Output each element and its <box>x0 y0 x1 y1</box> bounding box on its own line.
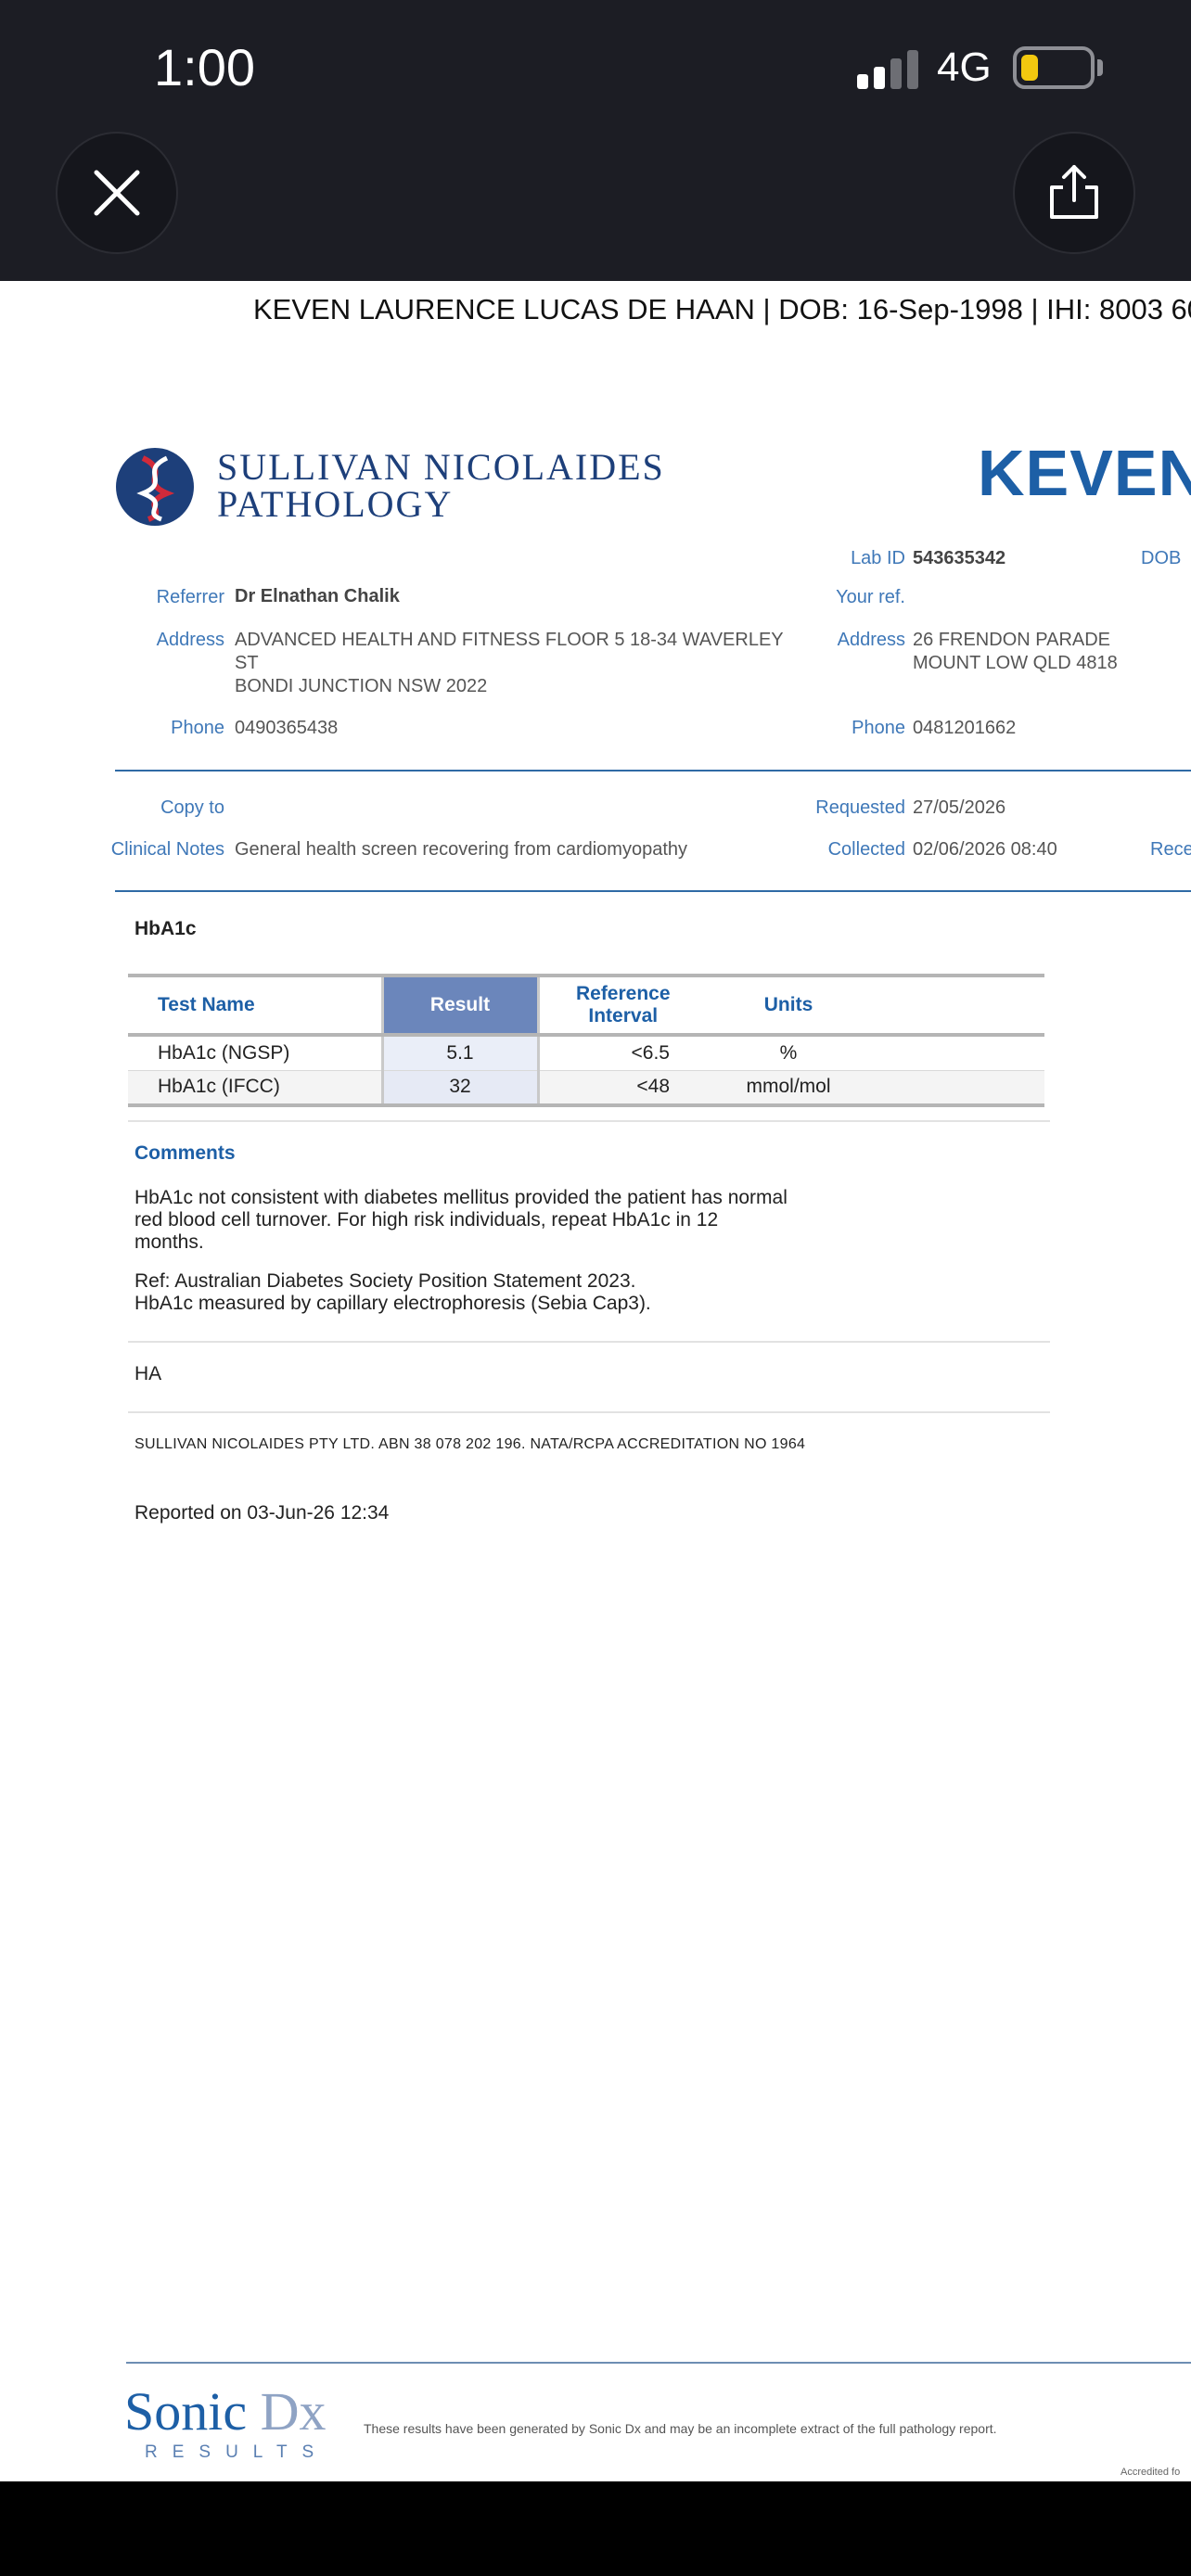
patient-header-line: KEVEN LAURENCE LUCAS DE HAAN | DOB: 16-S… <box>253 293 1191 325</box>
sonic-logo-word: Sonic <box>124 2381 248 2442</box>
close-button[interactable] <box>56 132 178 254</box>
referrer-address-line2: ST <box>235 653 259 673</box>
requested-value: 27/05/2026 <box>913 797 1006 818</box>
footer-disclaimer: These results have been generated by Son… <box>364 2421 997 2436</box>
lab-id-value: 543635342 <box>913 548 1006 568</box>
test-name-cell: HbA1c (IFCC) <box>128 1070 382 1107</box>
referrer-phone-label: Phone <box>171 718 224 738</box>
notes-divider <box>115 890 1191 892</box>
network-type: 4G <box>937 45 992 90</box>
test-name-cell: HbA1c (NGSP) <box>128 1035 382 1071</box>
share-icon <box>1050 165 1098 219</box>
section-title: HbA1c <box>134 918 197 939</box>
viewer-top-bar: 1:00 4G <box>0 0 1191 281</box>
comment-reference-line1: Ref: Australian Diabetes Society Positio… <box>134 1270 636 1292</box>
reference-cell: <48 <box>538 1070 707 1107</box>
patient-address-line2: MOUNT LOW QLD 4818 <box>913 653 1118 673</box>
cellular-signal-icon <box>857 48 918 89</box>
referrer-address-line1: ADVANCED HEALTH AND FITNESS FLOOR 5 18-3… <box>235 630 784 650</box>
results-table: Test Name Result Reference Interval Unit… <box>128 974 1044 1107</box>
copy-to-label: Copy to <box>160 797 224 818</box>
result-cell: 5.1 <box>380 1035 540 1071</box>
col-reference-line1: Reference <box>575 983 671 1004</box>
col-reference-interval: Reference Interval <box>538 974 707 1037</box>
referrer-label: Referrer <box>156 587 224 607</box>
units-cell: mmol/mol <box>707 1070 870 1107</box>
lab-logo-line2: PATHOLOGY <box>217 483 454 525</box>
col-units: Units <box>707 974 870 1037</box>
comments-divider <box>128 1341 1050 1343</box>
patient-name-banner: KEVEN <box>978 437 1191 509</box>
lab-logo-text: SULLIVAN NICOLAIDES PATHOLOGY <box>217 449 665 523</box>
referrer-value: Dr Elnathan Chalik <box>235 586 400 606</box>
comments-title: Comments <box>134 1142 236 1164</box>
col-test-name: Test Name <box>128 974 382 1037</box>
collected-label: Collected <box>827 839 905 860</box>
share-button[interactable] <box>1013 132 1135 254</box>
received-label: Rece <box>1150 839 1191 860</box>
patient-phone-value: 0481201662 <box>913 718 1017 738</box>
dna-logo-icon <box>116 448 194 526</box>
col-reference-line2: Interval <box>588 1005 659 1027</box>
comment-reference: Ref: Australian Diabetes Society Positio… <box>134 1270 839 1315</box>
clinical-notes-value: General health screen recovering from ca… <box>235 839 688 860</box>
comment-reference-line2: HbA1c measured by capillary electrophore… <box>134 1293 651 1314</box>
battery-level <box>1021 55 1038 81</box>
clinical-notes-label: Clinical Notes <box>110 839 224 860</box>
lab-logo-line1: SULLIVAN NICOLAIDES <box>217 446 665 488</box>
accredited-text: Accredited fo <box>1121 2467 1181 2478</box>
units-cell: % <box>707 1035 870 1071</box>
your-ref-label: Your ref. <box>836 587 905 607</box>
referrer-phone-value: 0490365438 <box>235 718 339 738</box>
close-icon <box>94 170 140 216</box>
reference-cell: <6.5 <box>538 1035 707 1071</box>
battery-icon <box>1013 46 1095 89</box>
comment-diabetes-line1: HbA1c not consistent with diabetes melli… <box>134 1187 788 1208</box>
spacer-cell <box>870 1070 1044 1107</box>
col-spacer <box>870 974 1044 1037</box>
sonic-results-word: RESULTS <box>145 2442 329 2462</box>
table-row: HbA1c (IFCC) 32 <48 mmol/mol <box>128 1070 1044 1107</box>
dx-logo-word: Dx <box>260 2381 327 2442</box>
bottom-bar <box>0 2481 1191 2576</box>
battery-tip <box>1097 59 1103 76</box>
status-time: 1:00 <box>154 38 255 96</box>
table-bottom-divider <box>128 1120 1050 1122</box>
details-divider <box>115 770 1191 772</box>
collected-value: 02/06/2026 08:40 <box>913 839 1057 860</box>
comment-diabetes: HbA1c not consistent with diabetes melli… <box>134 1187 839 1254</box>
patient-address-label: Address <box>837 630 905 650</box>
table-header-row: Test Name Result Reference Interval Unit… <box>128 974 1044 1037</box>
comment-diabetes-line2: red blood cell turnover. For high risk i… <box>134 1209 719 1231</box>
patient-phone-label: Phone <box>852 718 905 738</box>
referrer-address-label: Address <box>156 630 224 650</box>
patient-address-line1: 26 FRENDON PARADE <box>913 630 1111 650</box>
reported-on: Reported on 03-Jun-26 12:34 <box>134 1502 390 1524</box>
dob-label: DOB <box>1141 548 1182 568</box>
col-result: Result <box>380 974 540 1037</box>
requested-label: Requested <box>815 797 905 818</box>
result-cell: 32 <box>380 1070 540 1107</box>
spacer-cell <box>870 1035 1044 1071</box>
accreditation-text: SULLIVAN NICOLAIDES PTY LTD. ABN 38 078 … <box>134 1436 806 1452</box>
lab-id-label: Lab ID <box>851 548 905 568</box>
footer-divider <box>126 2362 1191 2364</box>
signature-divider <box>128 1411 1050 1413</box>
referrer-address-line3: BONDI JUNCTION NSW 2022 <box>235 676 488 696</box>
sonic-dx-logo: Sonic Dx <box>124 2385 327 2439</box>
table-row: HbA1c (NGSP) 5.1 <6.5 % <box>128 1035 1044 1071</box>
signature-initials: HA <box>134 1363 162 1384</box>
comment-diabetes-line3: months. <box>134 1231 204 1253</box>
